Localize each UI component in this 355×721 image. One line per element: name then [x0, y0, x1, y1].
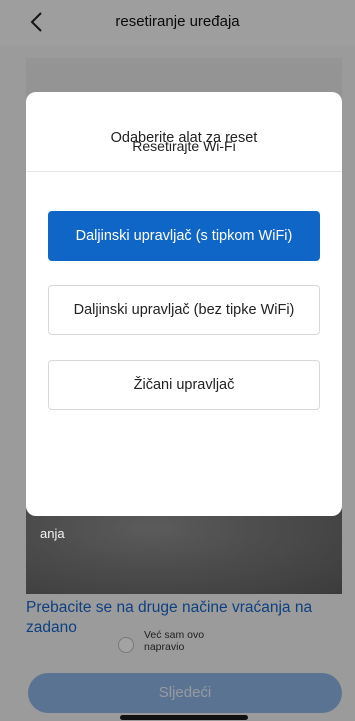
reset-device-screen: resetiranje uređaja Resetirajte Wi-Fi an… — [0, 0, 355, 721]
card-caption: anja — [40, 526, 65, 541]
option-wired-controller-button[interactable]: Žičani upravljač — [48, 360, 320, 410]
option-remote-with-wifi-button[interactable]: Daljinski upravljač (s tipkom WiFi) — [48, 211, 320, 261]
option-remote-without-wifi-button[interactable]: Daljinski upravljač (bez tipke WiFi) — [48, 285, 320, 335]
divider — [26, 171, 342, 172]
reset-tool-dialog: Odaberite alat za reset Daljinski upravl… — [26, 92, 342, 516]
card-title: Resetirajte Wi-Fi — [132, 138, 236, 154]
